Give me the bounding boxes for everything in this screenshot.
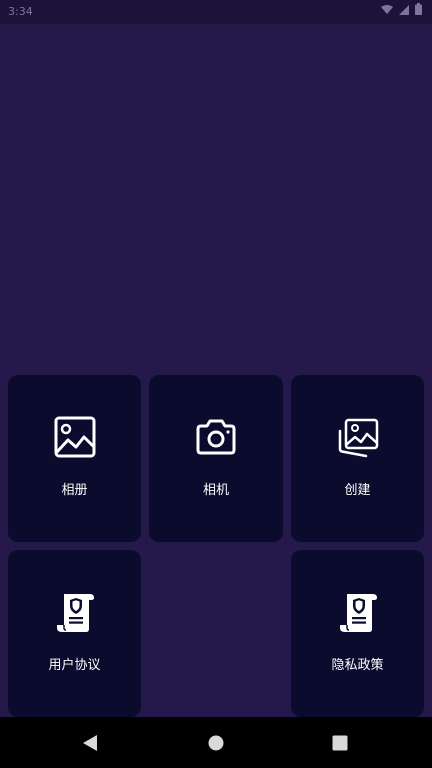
photos-stack-icon [338,418,378,458]
app-screen: 3:34 相册 相机 创建 用户协议 隐私政策 [0,0,432,768]
create-tile[interactable]: 创建 [291,375,424,542]
camera-icon [196,419,236,455]
recents-button[interactable] [310,717,370,768]
album-tile[interactable]: 相册 [8,375,141,542]
home-button[interactable] [186,717,246,768]
status-bar: 3:34 [0,0,432,24]
status-time: 3:34 [8,5,33,18]
back-button[interactable] [60,717,120,768]
signal-icon [399,0,409,24]
battery-icon [415,0,422,24]
album-label: 相册 [61,483,88,498]
photo-icon [54,416,95,458]
create-label: 创建 [344,483,371,498]
privacy-policy-label: 隐私政策 [331,658,384,673]
privacy-scroll-icon [339,594,377,632]
camera-tile[interactable]: 相机 [149,375,283,542]
user-agreement-tile[interactable]: 用户协议 [8,550,141,717]
recents-square-icon [332,735,348,750]
navigation-bar [0,717,432,768]
home-circle-icon [208,735,224,750]
privacy-policy-tile[interactable]: 隐私政策 [291,550,424,717]
agreement-scroll-icon [56,594,94,632]
status-icons [381,0,422,24]
back-triangle-icon [83,734,97,751]
user-agreement-label: 用户协议 [48,658,101,673]
wifi-icon [381,0,393,24]
camera-label: 相机 [202,483,229,498]
